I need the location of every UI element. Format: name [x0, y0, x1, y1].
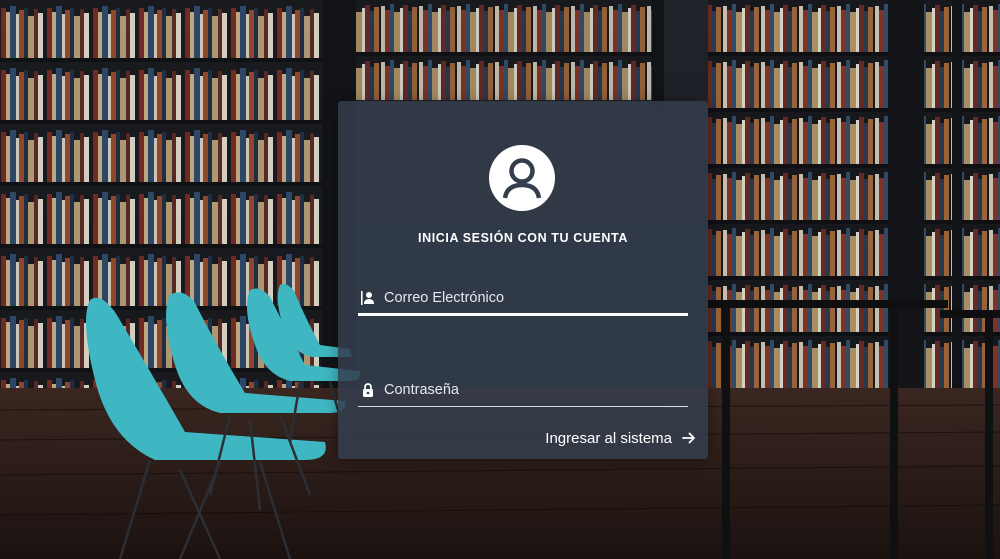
email-underline [358, 313, 688, 316]
password-underline [358, 406, 688, 407]
user-icon [360, 290, 376, 306]
submit-label: Ingresar al sistema [545, 429, 672, 447]
submit-button[interactable]: Ingresar al sistema [545, 427, 696, 449]
password-field-group [358, 376, 688, 407]
email-field-group [358, 284, 688, 316]
user-circle-icon [489, 145, 555, 211]
email-input[interactable] [384, 284, 684, 312]
login-title: INICIA SESIÓN CON TU CUENTA [418, 231, 628, 245]
password-input[interactable] [384, 376, 684, 404]
login-card: INICIA SESIÓN CON TU CUENTA Ingresar al … [338, 101, 708, 459]
arrow-right-icon [682, 432, 695, 444]
lock-icon [360, 382, 376, 398]
